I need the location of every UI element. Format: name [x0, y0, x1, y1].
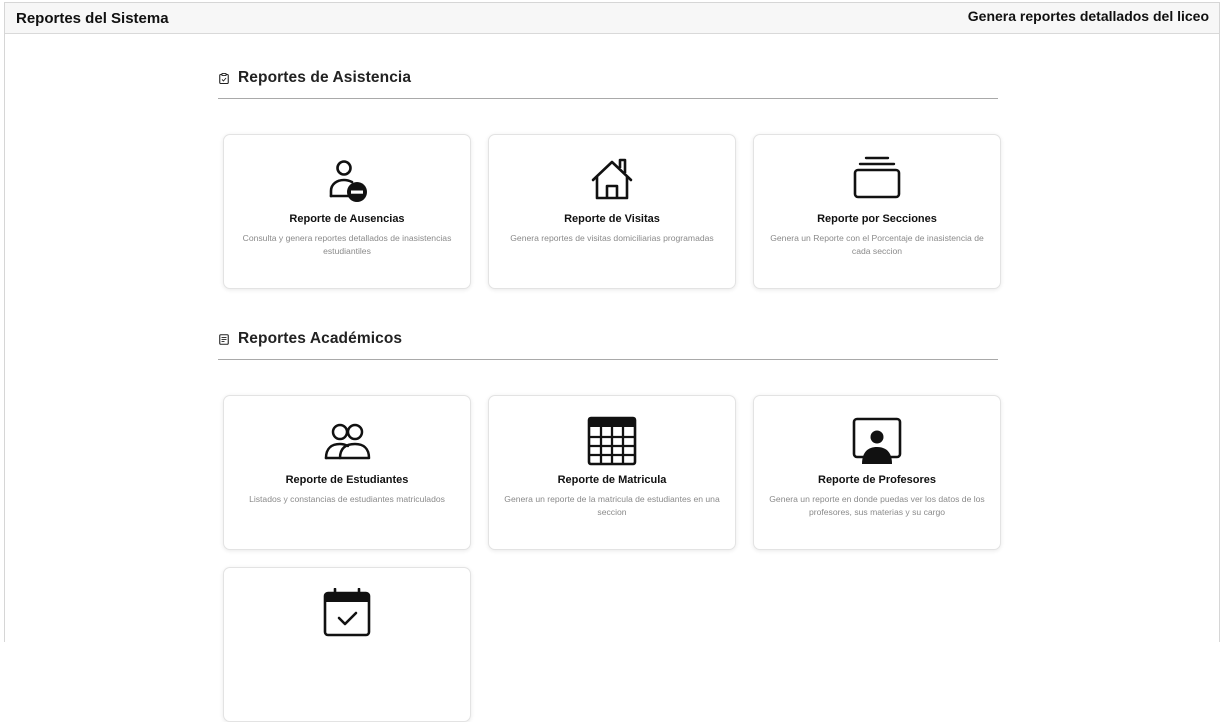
card-description: Genera un reporte en donde puedas ver lo… — [769, 494, 985, 517]
card-reporte-matricula[interactable]: Reporte de Matricula Genera un reporte d… — [488, 395, 736, 550]
card-reporte-profesores[interactable]: Reporte de Profesores Genera un reporte … — [753, 395, 1001, 550]
section-title: Reportes de Asistencia — [238, 69, 412, 86]
top-bar: Reportes del Sistema Genera reportes det… — [5, 3, 1219, 34]
house-icon — [591, 158, 633, 200]
card-description: Genera un Reporte con el Porcentaje de i… — [770, 233, 984, 256]
document-icon — [219, 333, 229, 345]
section-asistencia: Reportes de Asistencia — [218, 66, 998, 99]
page-title: Reportes del Sistema — [16, 10, 169, 27]
card-reporte-ausencias[interactable]: Reporte de Ausencias Consulta y genera r… — [223, 134, 471, 289]
card-reporte-secciones[interactable]: Reporte por Secciones Genera un Reporte … — [753, 134, 1001, 289]
user-minus-icon — [329, 160, 367, 202]
card-description: Listados y constancias de estudiantes ma… — [249, 494, 445, 504]
teacher-board-icon — [852, 417, 902, 464]
card-title: Reporte de Estudiantes — [285, 474, 409, 486]
card-reporte-calendario[interactable] — [223, 567, 471, 722]
calendar-check-icon — [323, 588, 371, 637]
section-header: Reportes de Asistencia — [218, 66, 998, 99]
people-icon — [324, 423, 371, 460]
card-description: Genera un reporte de la matricula de est… — [504, 494, 720, 517]
card-title: Reporte de Visitas — [564, 213, 660, 225]
card-title: Reporte de Ausencias — [289, 213, 405, 225]
section-header: Reportes Académicos — [218, 327, 998, 360]
card-reporte-estudiantes[interactable]: Reporte de Estudiantes Listados y consta… — [223, 395, 471, 550]
card-description: Consulta y genera reportes detallados de… — [242, 233, 452, 256]
page-subtitle: Genera reportes detallados del liceo — [967, 8, 1209, 24]
card-reporte-visitas[interactable]: Reporte de Visitas Genera reportes de vi… — [488, 134, 736, 289]
clipboard-icon — [219, 72, 229, 84]
card-title: Reporte de Matricula — [557, 474, 667, 486]
section-title: Reportes Académicos — [238, 330, 403, 347]
stack-icon — [853, 156, 901, 199]
table-icon — [587, 416, 637, 466]
card-title: Reporte por Secciones — [817, 213, 937, 225]
card-title: Reporte de Profesores — [818, 474, 936, 486]
card-description: Genera reportes de visitas domiciliarias… — [510, 233, 714, 243]
section-academicos: Reportes Académicos — [218, 327, 998, 360]
